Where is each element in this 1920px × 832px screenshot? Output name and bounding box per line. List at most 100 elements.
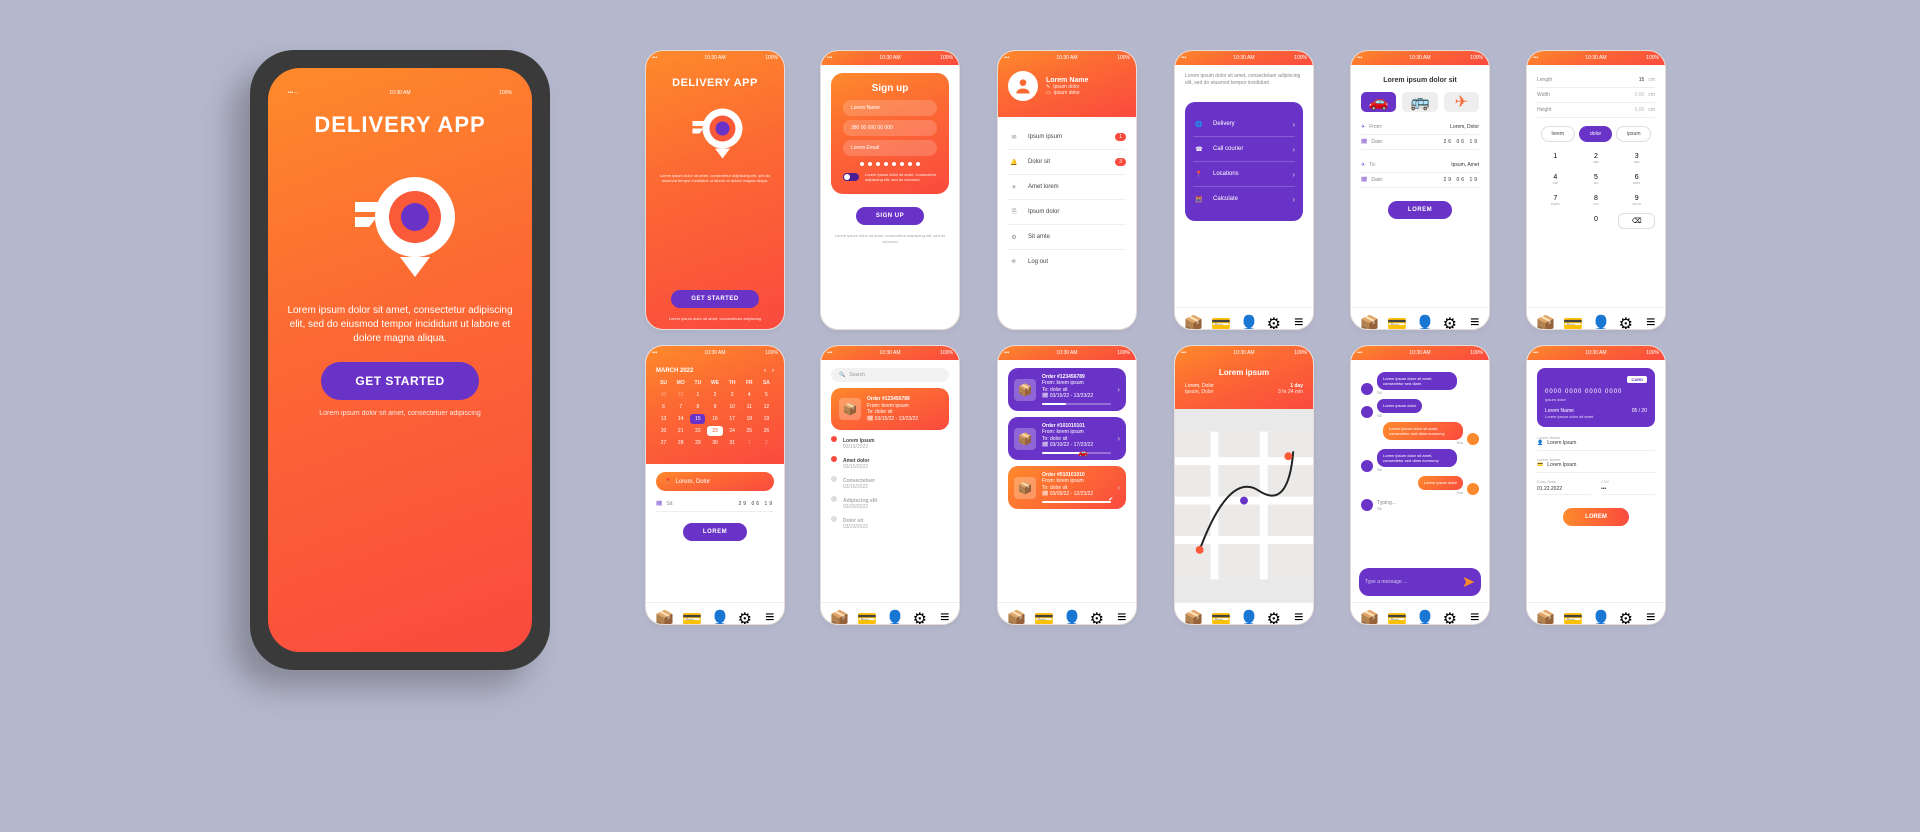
tab-bar: 📦 💳 👤 ⚙ ≡	[1175, 307, 1313, 329]
order-card-done[interactable]: 📦 Order #010101010From: lorem ipsumTo: d…	[1008, 466, 1126, 509]
pay-button[interactable]: LOREM	[1563, 508, 1629, 526]
mode-car[interactable]: 🚗	[1361, 92, 1396, 112]
tab-home-icon[interactable]: 📦	[1184, 314, 1194, 324]
search-icon: 🔍	[839, 372, 845, 378]
location-pill[interactable]: 📍Lorem, Dolor	[656, 472, 774, 491]
to-field[interactable]: ✈To:Ipsum, Amet	[1361, 158, 1479, 173]
menu-notifications[interactable]: 🔔Dolor sit3	[1008, 150, 1126, 175]
gear-icon: ⚙	[1008, 231, 1020, 243]
tab-settings-icon[interactable]: ⚙	[1267, 314, 1277, 324]
next-month[interactable]: ›	[772, 368, 774, 374]
terms-toggle[interactable]	[843, 173, 859, 181]
order-card[interactable]: 📦 Order #123456789From: lorem ipsumTo: d…	[1008, 368, 1126, 411]
package-icon: 📦	[839, 398, 861, 420]
screen-calendar: •••10:30 AM100% MARCH 2022 ‹ › SUMOTUWET…	[645, 345, 785, 625]
key-7[interactable]: 7PQRS	[1537, 192, 1574, 209]
key-3[interactable]: 3DEF	[1618, 150, 1655, 167]
width-field[interactable]: Width0,00cm	[1537, 88, 1655, 103]
mode-plane[interactable]: ✈	[1444, 92, 1479, 112]
calendar-icon: 🗓	[1361, 177, 1367, 183]
pin-icon: 📍	[664, 478, 671, 485]
key-8[interactable]: 8TUV	[1578, 192, 1615, 209]
date-field[interactable]: 🗓Date:26 06 19	[1361, 135, 1479, 150]
plane-down-icon: ✈	[1361, 162, 1365, 168]
tab-profile-icon[interactable]: 👤	[1239, 314, 1249, 324]
day-selected[interactable]: 15	[690, 414, 705, 424]
menu-item[interactable]: 🗎Ipsum dolor	[1008, 200, 1126, 225]
action-call-courier[interactable]: ☎Call courier›	[1193, 137, 1295, 162]
date-field-2[interactable]: 🗓Date:29 06 19	[1361, 173, 1479, 188]
search-input[interactable]: 🔍Search	[831, 368, 949, 382]
action-locations[interactable]: 📍Locations›	[1193, 162, 1295, 187]
action-delivery[interactable]: 🌐Delivery›	[1193, 112, 1295, 137]
sun-icon: ☀	[1008, 181, 1020, 193]
mail-icon: ✉	[1008, 131, 1020, 143]
signup-foot: Lorem ipsum dolor sit amet, consectetur …	[831, 233, 949, 243]
map-view[interactable]	[1175, 409, 1313, 602]
avatar-you	[1467, 433, 1479, 445]
menu-logout[interactable]: ⎆Log out	[1008, 250, 1126, 274]
tab-wallet-icon[interactable]: 💳	[1211, 314, 1221, 324]
calendar-title: MARCH 2022	[656, 368, 693, 374]
clock: 10:30 AM	[268, 90, 532, 96]
day-today[interactable]: 23	[707, 426, 722, 436]
chat-input[interactable]: Type a message ... ➤	[1359, 568, 1481, 596]
phone-field[interactable]: 380 00 000 00 000	[843, 120, 937, 136]
menu-item[interactable]: ☀Amet lorem	[1008, 175, 1126, 200]
sit-field[interactable]: 🗓Sit:29 06 19	[656, 497, 774, 512]
key-9[interactable]: 9WXYZ	[1618, 192, 1655, 209]
credit-card[interactable]: CARD 0000 0000 0000 0000 Ipsum dolor Lor…	[1537, 368, 1655, 427]
name-field[interactable]: Lorem Name	[843, 100, 937, 116]
key-5[interactable]: 5JKL	[1578, 171, 1615, 188]
card-number: 0000 0000 0000 0000	[1545, 389, 1647, 395]
send-icon[interactable]: ➤	[1462, 572, 1475, 592]
length-field[interactable]: Length15cm	[1537, 73, 1655, 88]
screen-search: •••10:30 AM100% 🔍Search 📦 Order #1234567…	[820, 345, 960, 625]
splash-desc: Lorem ipsum dolor sit amet, consectetur …	[282, 304, 518, 346]
action-calculate[interactable]: 🧮Calculate›	[1193, 187, 1295, 211]
key-4[interactable]: 4GHI	[1537, 171, 1574, 188]
intro-foot: Lorem ipsum dolor sit amet, consectetuer…	[656, 316, 774, 321]
transport-picker: 🚗 🚌 ✈	[1361, 92, 1479, 112]
profile-name: Lorem Name	[1046, 77, 1126, 84]
numpad: 1 2ABC 3DEF 4GHI 5JKL 6MNO 7PQRS 8TUV 9W…	[1537, 150, 1655, 229]
screen-orders: •••10:30 AM100% 📦 Order #123456789From: …	[997, 345, 1137, 625]
get-started-button[interactable]: GET STARTED	[321, 362, 478, 400]
track-title: Lorem ipsum	[1185, 368, 1303, 377]
signup-title: Sign up	[843, 83, 937, 94]
order-card[interactable]: 📦 Order #101010101From: lorem ipsumTo: d…	[1008, 417, 1126, 460]
menu-settings[interactable]: ⚙Sit amte	[1008, 225, 1126, 250]
screen-profile: •••10:30 AM100% Lorem Name ✎Ipsum dolor …	[997, 50, 1137, 330]
unit-chip[interactable]: lorem	[1541, 126, 1576, 142]
status-bar: ••• ⌵ 10:30 AM 100%	[282, 86, 518, 100]
plane-up-icon: ✈	[1361, 124, 1365, 130]
submit-button[interactable]: LOREM	[1388, 201, 1452, 219]
app-title: DELIVERY APP	[282, 112, 518, 138]
signup-button[interactable]: SIGN UP	[856, 207, 924, 225]
key-1[interactable]: 1	[1537, 150, 1574, 167]
email-field[interactable]: Lorem Email	[843, 140, 937, 156]
splash-footnote: Lorem ipsum dolor sit amet, consectetuer…	[282, 410, 518, 417]
unit-chip-active[interactable]: dolor	[1579, 126, 1612, 142]
prev-month[interactable]: ‹	[764, 368, 766, 374]
calendar-cta[interactable]: LOREM	[683, 523, 747, 541]
avatar	[1008, 71, 1038, 101]
key-2[interactable]: 2ABC	[1578, 150, 1615, 167]
password-dots[interactable]	[843, 162, 937, 166]
screen-calc: •••10:30 AM100% Length15cm Width0,00cm H…	[1526, 50, 1666, 330]
get-started-button[interactable]: GET STARTED	[671, 290, 758, 308]
height-field[interactable]: Height0,00cm	[1537, 103, 1655, 118]
key-backspace[interactable]: ⌫	[1618, 213, 1655, 229]
cvv-field[interactable]: •••	[1601, 484, 1655, 495]
key-0[interactable]: 0	[1578, 213, 1615, 229]
mode-bus[interactable]: 🚌	[1402, 92, 1437, 112]
key-6[interactable]: 6MNO	[1618, 171, 1655, 188]
unit-chip[interactable]: ipsum	[1616, 126, 1651, 142]
form-title: Lorem ipsum dolor sit	[1361, 77, 1479, 84]
expiry-field[interactable]: 01.22.2022	[1537, 484, 1591, 495]
from-field[interactable]: ✈From:Lorem, Dolor	[1361, 120, 1479, 135]
menu-messages[interactable]: ✉Ipsum ipsum1	[1008, 125, 1126, 150]
chat-bubble: Lorem ipsum dolor sit amet, consectetur …	[1377, 372, 1457, 390]
tab-menu-icon[interactable]: ≡	[1294, 314, 1304, 324]
search-result-card[interactable]: 📦 Order #123456789 From: lorem ipsum To:…	[831, 388, 949, 430]
